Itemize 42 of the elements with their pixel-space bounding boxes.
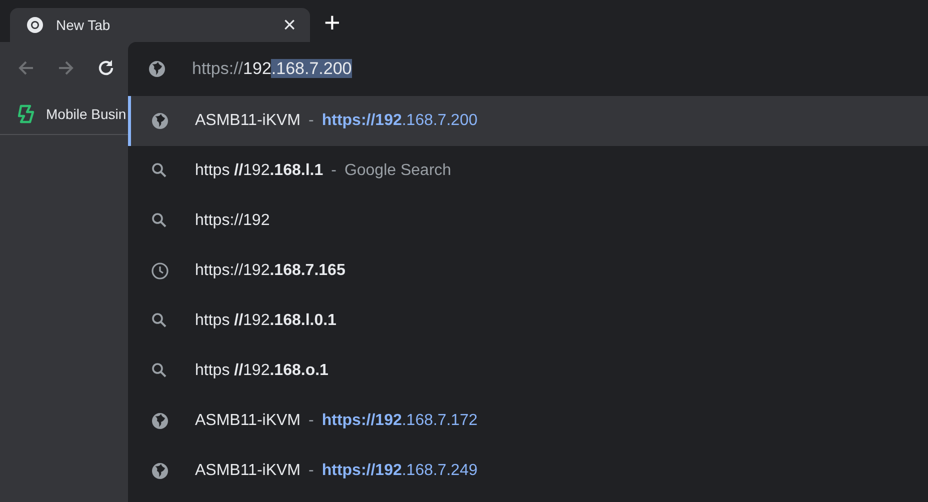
suggestion-title: ASMB11-iKVM (195, 112, 301, 130)
suggestion-row[interactable]: ASMB11-iKVM - https://192.168.7.249 (128, 446, 928, 496)
new-tab-button[interactable]: + (324, 9, 340, 41)
suggestion-row[interactable]: https //192.168.o.1 (128, 346, 928, 396)
bookmark-icon (18, 104, 36, 124)
browser-tab[interactable]: New Tab × (10, 8, 310, 42)
tab-title: New Tab (56, 17, 112, 33)
suggestion-text: https //192.168.o.1 (195, 362, 328, 380)
suggestion-text: https://192 (195, 212, 270, 230)
globe-icon (151, 412, 169, 430)
suggestion-row[interactable]: ASMB11-iKVM - https://192.168.7.200 (128, 96, 928, 146)
address-field[interactable]: https://192.168.7.200 (192, 59, 352, 79)
search-icon (151, 362, 167, 378)
clock-icon (151, 262, 169, 280)
suggestion-text: https://192.168.7.165 (195, 262, 346, 280)
suggestion-row[interactable]: https://192.168.7.165 (128, 246, 928, 296)
suggestion-url: https://192.168.7.200 (322, 112, 478, 130)
close-tab-button[interactable]: × (283, 14, 296, 36)
separator-text: - (331, 162, 336, 180)
suggestion-text: https //192.168.l.0.1 (195, 312, 336, 330)
suggestion-row[interactable]: https://192 (128, 196, 928, 246)
suggestion-title: ASMB11-iKVM (195, 412, 301, 430)
browser-logo-icon (26, 16, 44, 34)
suggestion-url: https://192.168.7.249 (322, 462, 478, 480)
suggestion-row[interactable]: ASMB11-iKVM - https://192.168.7.172 (128, 396, 928, 446)
globe-icon (148, 60, 166, 78)
suggestion-url: https://192.168.7.172 (322, 412, 478, 430)
suggestion-row[interactable]: https //192.168.l.1 - Google Search (128, 146, 928, 196)
search-icon (151, 162, 167, 178)
separator-text: - (308, 412, 314, 430)
bookmark-item[interactable]: Mobile Busin (18, 104, 126, 124)
suggestion-title: ASMB11-iKVM (195, 462, 301, 480)
suggestion-text: https //192.168.l.1 (195, 162, 324, 180)
search-icon (151, 212, 167, 228)
suggestion-row[interactable]: https //192.168.l.0.1 (128, 296, 928, 346)
separator-text: - (308, 112, 314, 130)
globe-icon (151, 462, 169, 480)
search-icon (151, 312, 167, 328)
separator-text: - (308, 462, 314, 480)
search-engine-label: Google Search (344, 162, 452, 180)
globe-icon (151, 112, 169, 130)
reload-button[interactable] (96, 58, 116, 78)
